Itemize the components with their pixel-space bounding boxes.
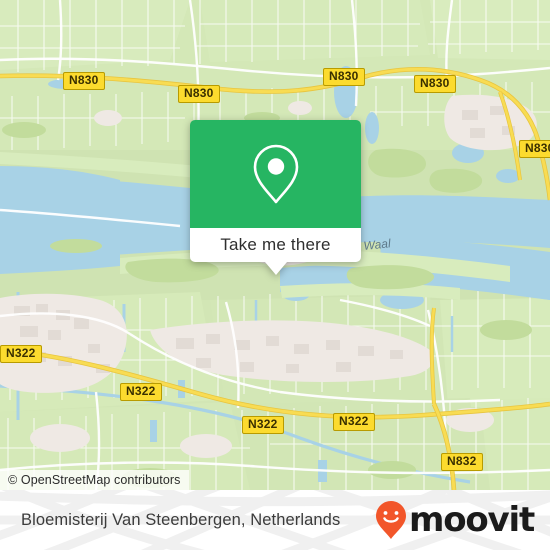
place-name: Bloemisterij Van Steenbergen, Netherland… <box>21 490 340 550</box>
road-shield-n830: N830 <box>178 85 220 103</box>
road-shield-n322: N322 <box>333 413 375 431</box>
road-shield-n830: N830 <box>414 75 456 93</box>
popup-action-area[interactable]: Take me there <box>190 228 361 262</box>
moovit-logo[interactable]: moovit <box>375 490 535 550</box>
road-shield-n830: N830 <box>323 68 365 86</box>
road-shield-n832: N832 <box>441 453 483 471</box>
location-pin-icon <box>253 144 298 204</box>
footer-bar: Bloemisterij Van Steenbergen, Netherland… <box>0 490 550 550</box>
road-shield-n322: N322 <box>0 345 42 363</box>
road-shield-n322: N322 <box>242 416 284 434</box>
road-shield-n830: N830 <box>63 72 105 90</box>
moovit-smiley-pin-icon <box>375 501 406 539</box>
location-popup-card[interactable]: Take me there <box>190 120 361 275</box>
place-name-text: Bloemisterij Van Steenbergen, Netherland… <box>21 510 341 529</box>
road-shield-n322: N322 <box>120 383 162 401</box>
popup-pointer-tail <box>264 262 287 275</box>
popup-icon-area <box>190 120 361 228</box>
take-me-there-label: Take me there <box>220 235 331 254</box>
moovit-wordmark: moovit <box>408 500 535 540</box>
osm-attribution: © OpenStreetMap contributors <box>0 470 189 490</box>
osm-attribution-text: © OpenStreetMap contributors <box>8 473 181 487</box>
water-label: Waal <box>363 236 392 253</box>
map-screenshot: Waal N830 N830 N830 N830 N830 N322 N322 N322 N32… <box>0 0 550 550</box>
map-view[interactable]: Waal N830 N830 N830 N830 N830 N322 N322 N322 N32… <box>0 0 550 490</box>
road-shield-n830: N830 <box>519 140 550 158</box>
